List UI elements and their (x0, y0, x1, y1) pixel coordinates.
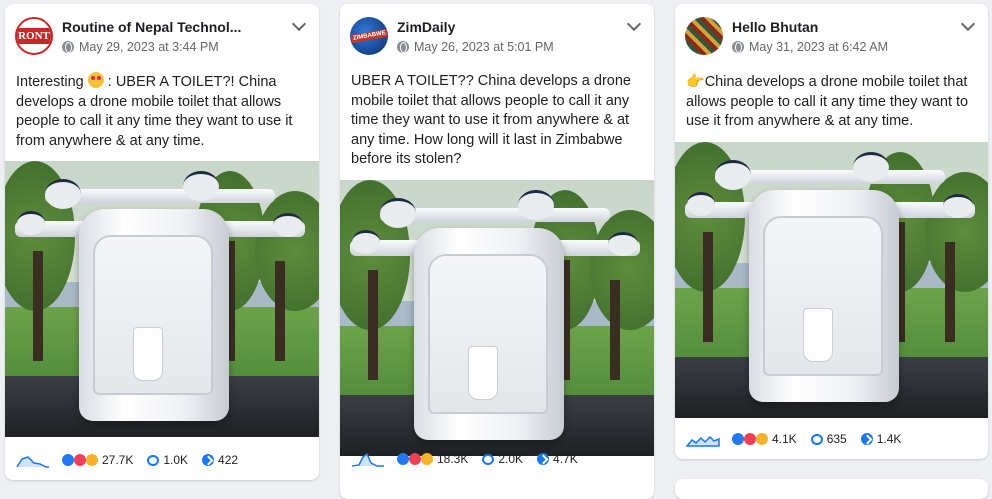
post-date[interactable]: May 31, 2023 at 6:42 AM (749, 40, 888, 54)
comments-value: 2.0K (498, 452, 524, 466)
post-image[interactable] (5, 161, 319, 437)
shares-count[interactable]: 1.4K (860, 432, 902, 446)
reactions-value: 27.7K (102, 453, 134, 467)
post-text: 👉China develops a drone mobile toilet th… (686, 72, 978, 132)
reactions-count[interactable]: 4.1K (732, 432, 797, 446)
author-name[interactable]: Routine of Nepal Technol... (62, 19, 241, 35)
comments-count[interactable]: 2.0K (482, 452, 523, 466)
sparkline-icon (351, 452, 384, 467)
post-image[interactable] (340, 180, 654, 456)
shares-count[interactable]: 4.7K (537, 452, 578, 466)
comments-value: 635 (826, 432, 847, 446)
post-card: RONT Routine of Nepal Technol... May 29,… (5, 4, 319, 480)
share-icon (202, 454, 215, 466)
love-reaction-icon (74, 454, 86, 466)
post-meta: May 29, 2023 at 3:44 PM (62, 40, 219, 54)
post-text: UBER A TOILET?? China develops a drone m… (351, 72, 644, 170)
avatar-logo-text: ZIMBABWE (350, 28, 388, 44)
avatar-logo-text: RONT (17, 28, 51, 44)
reactions-count[interactable]: 27.7K (62, 453, 133, 467)
post-date[interactable]: May 29, 2023 at 3:44 PM (79, 40, 219, 54)
avatar[interactable]: ZIMBABWE (350, 17, 388, 55)
love-reaction-icon (409, 453, 421, 465)
shares-value: 4.7K (553, 452, 578, 466)
post-card: ZIMBABWE ZimDaily May 26, 2023 at 5:01 P… (340, 4, 654, 499)
post-text-part: China develops a drone mobile toilet tha… (686, 74, 969, 129)
post-header: RONT Routine of Nepal Technol... May 29,… (5, 4, 319, 64)
post-card-partial (675, 479, 988, 499)
globe-icon (62, 41, 74, 53)
pointing-hand-emoji-icon: 👉 (686, 73, 705, 90)
comment-icon (482, 453, 495, 465)
globe-icon (732, 41, 744, 53)
post-header: ZIMBABWE ZimDaily May 26, 2023 at 5:01 P… (340, 4, 654, 64)
avatar[interactable] (685, 17, 723, 55)
post-text-part: Interesting (16, 74, 84, 90)
shares-value: 1.4K (876, 432, 902, 446)
like-reaction-icon (732, 433, 744, 445)
like-reaction-icon (397, 453, 409, 465)
post-stats: 27.7K 1.0K 422 (5, 440, 319, 480)
comment-icon (147, 454, 160, 466)
chevron-down-icon[interactable] (960, 18, 976, 34)
post-text-part: UBER A TOILET?? China develops a drone m… (351, 73, 631, 167)
comment-icon (810, 433, 823, 445)
share-icon (860, 433, 873, 445)
avatar[interactable]: RONT (15, 17, 53, 55)
post-card: Hello Bhutan May 31, 2023 at 6:42 AM 👉Ch… (675, 4, 988, 459)
sparkline-icon (16, 456, 49, 468)
chevron-down-icon[interactable] (291, 18, 307, 34)
like-reaction-icon (62, 454, 74, 466)
post-image[interactable] (675, 142, 988, 418)
comments-count[interactable]: 635 (810, 432, 847, 446)
reactions-value: 18.3K (437, 452, 469, 466)
haha-reaction-icon (86, 454, 98, 466)
post-date[interactable]: May 26, 2023 at 5:01 PM (414, 40, 554, 54)
comments-value: 1.0K (163, 453, 189, 467)
haha-reaction-icon (756, 433, 768, 445)
author-name[interactable]: Hello Bhutan (732, 19, 818, 35)
sparkline-icon (686, 435, 720, 447)
post-text: Interesting : UBER A TOILET?! China deve… (16, 72, 309, 151)
post-header: Hello Bhutan May 31, 2023 at 6:42 AM (675, 4, 988, 64)
post-stats: 4.1K 635 1.4K (675, 419, 988, 459)
chevron-down-icon[interactable] (626, 18, 642, 34)
reactions-value: 4.1K (772, 432, 797, 446)
globe-icon (397, 41, 409, 53)
post-stats: 18.3K 2.0K 4.7K (340, 439, 654, 479)
haha-reaction-icon (421, 453, 433, 465)
post-meta: May 26, 2023 at 5:01 PM (397, 40, 554, 54)
shares-count[interactable]: 422 (202, 453, 238, 467)
love-reaction-icon (744, 433, 756, 445)
share-icon (537, 453, 550, 465)
post-meta: May 31, 2023 at 6:42 AM (732, 40, 888, 54)
reactions-count[interactable]: 18.3K (397, 452, 468, 466)
comments-count[interactable]: 1.0K (147, 453, 188, 467)
shares-value: 422 (218, 453, 239, 467)
heart-eyes-emoji-icon (87, 72, 104, 88)
author-name[interactable]: ZimDaily (397, 19, 455, 35)
